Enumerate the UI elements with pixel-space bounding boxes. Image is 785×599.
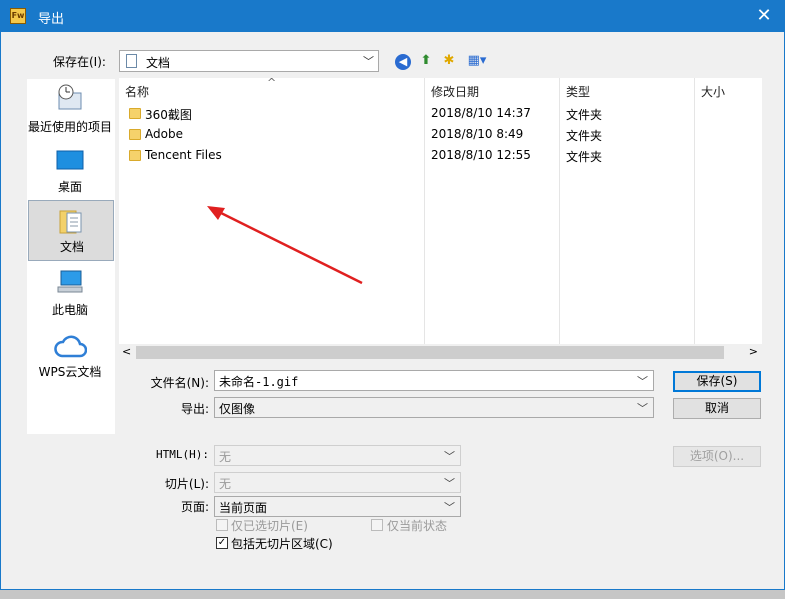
filename-input[interactable]: 未命名-1.gif ﹀ bbox=[214, 370, 654, 391]
computer-icon bbox=[57, 270, 83, 293]
column-header-type[interactable]: 类型 bbox=[566, 83, 590, 100]
column-header-date[interactable]: 修改日期 bbox=[431, 83, 479, 100]
html-select[interactable]: 无 ﹀ bbox=[214, 445, 461, 466]
place-computer[interactable]: 此电脑 bbox=[27, 265, 113, 325]
cancel-button[interactable]: 取消 bbox=[673, 398, 761, 419]
export-label: 导出: bbox=[180, 402, 209, 416]
save-in-label: 保存在(I): bbox=[53, 55, 106, 69]
slices-value: 无 bbox=[219, 477, 232, 491]
chevron-down-icon: ﹀ bbox=[637, 402, 648, 415]
scroll-left-icon[interactable]: < bbox=[122, 345, 131, 358]
place-desktop[interactable]: 桌面 bbox=[27, 143, 113, 203]
filename-label: 文件名(N): bbox=[150, 376, 209, 390]
annotation-arrow bbox=[207, 206, 363, 285]
file-date: 2018/8/10 14:37 bbox=[431, 106, 531, 120]
file-row[interactable]: Adobe 2018/8/10 8:49 文件夹 bbox=[119, 124, 762, 145]
file-row[interactable]: Tencent Files 2018/8/10 12:55 文件夹 bbox=[119, 145, 762, 166]
column-header-name[interactable]: 名称 bbox=[125, 83, 149, 100]
html-label: HTML(H): bbox=[156, 448, 209, 461]
filename-value: 未命名-1.gif bbox=[219, 375, 299, 389]
options-button[interactable]: 选项(O)... bbox=[673, 446, 761, 467]
desktop-icon bbox=[56, 150, 84, 170]
up-folder-icon[interactable]: ⬆ bbox=[417, 52, 435, 70]
file-date: 2018/8/10 12:55 bbox=[431, 148, 531, 162]
place-label: 最近使用的项目 bbox=[27, 120, 112, 134]
scroll-thumb[interactable] bbox=[136, 346, 724, 359]
html-value: 无 bbox=[219, 450, 232, 464]
folder-icon bbox=[129, 129, 141, 140]
chevron-down-icon: ﹀ bbox=[444, 477, 455, 490]
folder-icon bbox=[129, 108, 141, 119]
horizontal-scrollbar[interactable]: < > bbox=[119, 344, 762, 361]
current-state-checkbox[interactable] bbox=[371, 519, 383, 531]
places-bar: 最近使用的项目 桌面 文档 此电脑 WPS云文档 bbox=[27, 79, 115, 434]
scroll-right-icon[interactable]: > bbox=[749, 345, 758, 358]
place-label: 文档 bbox=[59, 240, 84, 254]
export-dialog: Fw 导出 ✕ 保存在(I): 文档 ﹀ ◀ ⬆ ✱ ▦▾ 最近使用的项目 桌面 bbox=[0, 0, 785, 590]
include-no-slice-checkbox[interactable]: ✓ bbox=[216, 537, 228, 549]
pages-label: 页面: bbox=[180, 500, 209, 514]
place-label: WPS云文档 bbox=[38, 365, 102, 379]
chevron-down-icon: ﹀ bbox=[444, 450, 455, 463]
file-row[interactable]: 360截图 2018/8/10 14:37 文件夹 bbox=[119, 103, 762, 124]
file-list[interactable]: ^ 名称 修改日期 类型 大小 360截图 2018/8/10 14:37 文件… bbox=[119, 76, 762, 361]
cloud-icon bbox=[54, 335, 87, 358]
selected-slices-checkbox[interactable] bbox=[216, 519, 228, 531]
file-name: Tencent Files bbox=[145, 148, 222, 162]
place-wps-cloud[interactable]: WPS云文档 bbox=[27, 329, 113, 389]
dialog-title: 导出 bbox=[38, 12, 65, 27]
place-recent[interactable]: 最近使用的项目 bbox=[27, 81, 113, 141]
background-app-strip bbox=[0, 590, 785, 599]
chevron-down-icon: ﹀ bbox=[363, 55, 374, 68]
file-date: 2018/8/10 8:49 bbox=[431, 127, 524, 141]
selected-slices-label: 仅已选切片(E) bbox=[231, 519, 308, 533]
document-folder-icon bbox=[126, 54, 137, 68]
title-bar: Fw 导出 ✕ bbox=[1, 1, 784, 32]
sort-ascending-icon: ^ bbox=[267, 76, 277, 89]
file-name: Adobe bbox=[145, 127, 183, 141]
back-icon[interactable]: ◀ bbox=[395, 54, 411, 70]
pages-select[interactable]: 当前页面 ﹀ bbox=[214, 496, 461, 517]
save-in-dropdown[interactable]: 文档 ﹀ bbox=[119, 50, 379, 72]
recent-icon bbox=[58, 84, 82, 110]
include-no-slice-label: 包括无切片区域(C) bbox=[231, 537, 333, 551]
place-documents[interactable]: 文档 bbox=[28, 200, 114, 261]
close-button[interactable]: ✕ bbox=[752, 5, 776, 27]
fireworks-app-icon: Fw bbox=[10, 8, 26, 24]
slices-label: 切片(L): bbox=[164, 477, 209, 491]
export-value: 仅图像 bbox=[219, 402, 256, 416]
file-name: 360截图 bbox=[145, 108, 192, 122]
documents-icon bbox=[59, 210, 82, 234]
file-type: 文件夹 bbox=[566, 150, 603, 164]
new-folder-icon[interactable]: ✱ bbox=[440, 52, 458, 70]
place-label: 桌面 bbox=[57, 180, 82, 194]
column-header-size[interactable]: 大小 bbox=[701, 83, 725, 100]
slices-select[interactable]: 无 ﹀ bbox=[214, 472, 461, 493]
place-label: 此电脑 bbox=[51, 303, 88, 317]
file-type: 文件夹 bbox=[566, 108, 603, 122]
chevron-down-icon: ﹀ bbox=[444, 501, 455, 514]
view-menu-icon[interactable]: ▦▾ bbox=[464, 52, 490, 70]
pages-value: 当前页面 bbox=[219, 501, 268, 515]
export-select[interactable]: 仅图像 ﹀ bbox=[214, 397, 654, 418]
save-in-value: 文档 bbox=[146, 56, 171, 70]
current-state-label: 仅当前状态 bbox=[387, 519, 448, 533]
save-button[interactable]: 保存(S) bbox=[673, 371, 761, 392]
chevron-down-icon[interactable]: ﹀ bbox=[637, 373, 648, 389]
folder-icon bbox=[129, 150, 141, 161]
file-type: 文件夹 bbox=[566, 129, 603, 143]
